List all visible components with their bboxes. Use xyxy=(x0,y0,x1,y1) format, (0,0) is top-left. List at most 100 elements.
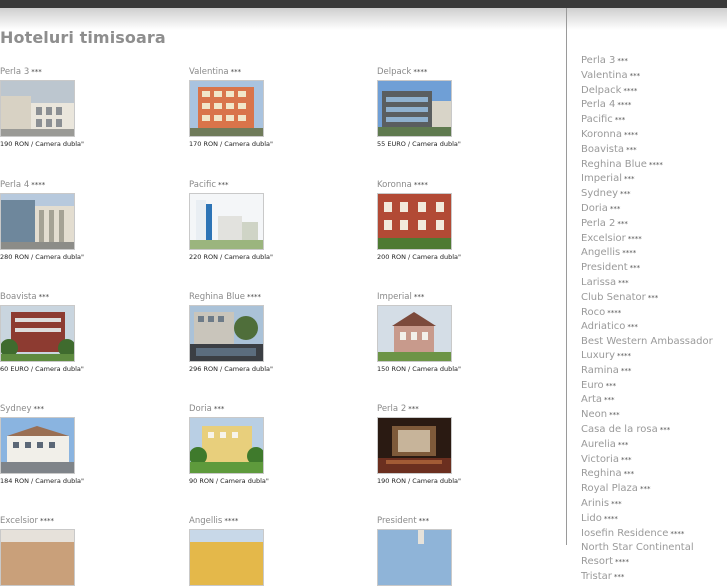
sidebar-hotel-link[interactable]: Adriatico *** xyxy=(581,320,725,335)
hotel-photo[interactable] xyxy=(189,529,264,586)
sidebar-hotel-link[interactable]: Excelsior **** xyxy=(581,232,725,247)
sidebar-hotel-link[interactable]: Aurelia *** xyxy=(581,438,725,453)
sidebar-hotel-name: Best Western Ambassador xyxy=(581,336,713,348)
hotel-name-link[interactable]: Perla 2 *** xyxy=(377,403,527,415)
hotel-photo[interactable] xyxy=(189,80,264,137)
hotel-photo-image xyxy=(190,306,263,361)
sidebar-hotel-link[interactable]: Club Senator *** xyxy=(581,291,725,306)
hotel-price: 170 RON / Camera dubla" xyxy=(189,140,274,148)
hotel-photo[interactable] xyxy=(189,193,264,250)
sidebar-hotel-link[interactable]: Royal Plaza *** xyxy=(581,482,725,497)
sidebar-hotel-stars: *** xyxy=(629,71,641,80)
sidebar-hotel-link[interactable]: Boavista *** xyxy=(581,143,725,158)
sidebar-hotel-stars: *** xyxy=(613,572,625,581)
hotel-card: Valentina *** 170 RON / Camera dubla" xyxy=(189,66,339,148)
hotel-card: Pacific *** 220 RON / Camera dubla" xyxy=(189,179,339,261)
hotel-card: Imperial *** 150 RON / Camera dubla" xyxy=(377,291,527,373)
sidebar-hotel-name: Euro xyxy=(581,379,604,391)
sidebar-hotel-name: Doria xyxy=(581,202,608,214)
sidebar-hotel-link[interactable]: Arta *** xyxy=(581,393,725,408)
sidebar-hotel-link[interactable]: Angellis **** xyxy=(581,246,725,261)
sidebar-hotel-link[interactable]: President *** xyxy=(581,261,725,276)
hotel-name: Perla 3 xyxy=(0,67,30,77)
hotel-price: 220 RON / Camera dubla" xyxy=(189,253,274,261)
hotel-name-link[interactable]: Imperial *** xyxy=(377,291,527,303)
sidebar-hotel-name: Neon xyxy=(581,409,608,421)
hotel-name-link[interactable]: Perla 3 *** xyxy=(0,66,150,78)
sidebar-hotel-link[interactable]: Lido **** xyxy=(581,512,725,527)
hotel-card: Doria *** 90 RON / Camera dubla" xyxy=(189,403,339,485)
hotel-stars: *** xyxy=(38,293,50,301)
hotel-name-link[interactable]: Perla 4 **** xyxy=(0,179,150,191)
hotel-name-link[interactable]: Koronna **** xyxy=(377,179,527,191)
hotel-price: 200 RON / Camera dubla" xyxy=(377,253,462,261)
sidebar-hotel-link[interactable]: Victoria *** xyxy=(581,453,725,468)
hotel-name-link[interactable]: President *** xyxy=(377,515,527,527)
hotel-name-link[interactable]: Delpack **** xyxy=(377,66,527,78)
sidebar-hotel-link[interactable]: Arinis *** xyxy=(581,497,725,512)
hotel-name-link[interactable]: Angellis **** xyxy=(189,515,339,527)
sidebar-hotel-name: Lido xyxy=(581,512,602,524)
hotel-photo[interactable] xyxy=(0,193,75,250)
hotel-photo[interactable] xyxy=(377,529,452,586)
hotel-photo[interactable] xyxy=(377,417,452,474)
sidebar-hotel-name: Club Senator xyxy=(581,291,646,303)
hotel-name-link[interactable]: Boavista *** xyxy=(0,291,150,303)
sidebar-hotel-link[interactable]: Tristar *** xyxy=(581,570,725,585)
sidebar-hotel-stars: **** xyxy=(622,249,637,258)
sidebar-hotel-link[interactable]: Best Western Ambassador xyxy=(581,335,725,349)
sidebar-hotel-link[interactable]: Perla 3 *** xyxy=(581,54,725,69)
sidebar-hotel-link[interactable]: Sydney *** xyxy=(581,187,725,202)
hotel-name: Imperial xyxy=(377,292,412,302)
hotel-photo[interactable] xyxy=(0,529,75,586)
hotel-photo[interactable] xyxy=(0,80,75,137)
hotel-name-link[interactable]: Pacific *** xyxy=(189,179,339,191)
sidebar-hotel-link[interactable]: Ramina *** xyxy=(581,364,725,379)
sidebar-hotel-stars: *** xyxy=(617,440,629,449)
sidebar-hotel-link[interactable]: Valentina *** xyxy=(581,69,725,84)
sidebar-hotel-link[interactable]: Casa de la rosa *** xyxy=(581,423,725,438)
sidebar-hotel-link[interactable]: Neon *** xyxy=(581,408,725,423)
sidebar-hotel-link[interactable]: Roco **** xyxy=(581,306,725,321)
sidebar-hotel-link[interactable]: Reghina Blue **** xyxy=(581,158,725,173)
sidebar-hotel-link[interactable]: Luxury **** xyxy=(581,349,725,364)
hotel-price: 90 RON / Camera dubla" xyxy=(189,477,269,485)
hotel-name-link[interactable]: Doria *** xyxy=(189,403,339,415)
sidebar-hotel-name: President xyxy=(581,262,628,274)
sidebar-hotel-link[interactable]: Koronna **** xyxy=(581,128,725,143)
hotel-photo[interactable] xyxy=(189,417,264,474)
hotel-name: Perla 2 xyxy=(377,404,407,414)
sidebar-hotel-link[interactable]: Larissa *** xyxy=(581,276,725,291)
sidebar-hotel-link[interactable]: North Star Continental Resort **** xyxy=(581,541,725,570)
sidebar-hotel-link[interactable]: Pacific *** xyxy=(581,113,725,128)
hotel-stars: **** xyxy=(413,181,428,189)
sidebar-hotel-stars: *** xyxy=(609,411,620,420)
hotel-photo-image xyxy=(378,194,451,249)
sidebar-hotel-link[interactable]: Imperial *** xyxy=(581,172,725,187)
hotel-photo[interactable] xyxy=(189,305,264,362)
sidebar-hotel-stars: *** xyxy=(605,381,617,390)
sidebar-hotel-link[interactable]: Euro *** xyxy=(581,379,725,394)
hotel-name-link[interactable]: Sydney *** xyxy=(0,403,150,415)
hotel-name-link[interactable]: Excelsior **** xyxy=(0,515,150,527)
hotel-name-link[interactable]: Reghina Blue **** xyxy=(189,291,339,303)
hotel-price: 150 RON / Camera dubla" xyxy=(377,365,462,373)
hotel-photo[interactable] xyxy=(377,193,452,250)
sidebar-hotel-link[interactable]: Iosefin Residence **** xyxy=(581,527,725,542)
sidebar-hotel-link[interactable]: Reghina *** xyxy=(581,467,725,482)
sidebar-hotel-name: Ramina xyxy=(581,364,619,376)
sidebar-hotel-link[interactable]: Perla 2 *** xyxy=(581,217,725,232)
hotel-name-link[interactable]: Valentina *** xyxy=(189,66,339,78)
sidebar-hotel-stars: **** xyxy=(617,101,632,110)
hotel-price: 190 RON / Camera dubla" xyxy=(377,477,462,485)
sidebar-hotel-link[interactable]: Doria *** xyxy=(581,202,725,217)
sidebar-hotel-link[interactable]: Perla 4 **** xyxy=(581,98,725,113)
hotel-photo[interactable] xyxy=(377,305,452,362)
sidebar-hotel-link[interactable]: Delpack **** xyxy=(581,84,725,99)
hotel-photo[interactable] xyxy=(377,80,452,137)
hotel-name: Reghina Blue xyxy=(189,292,246,302)
hotel-card: Reghina Blue **** 296 RON / Camera dubla" xyxy=(189,291,339,373)
hotel-card: Angellis **** xyxy=(189,515,339,586)
hotel-photo[interactable] xyxy=(0,417,75,474)
hotel-photo[interactable] xyxy=(0,305,75,362)
